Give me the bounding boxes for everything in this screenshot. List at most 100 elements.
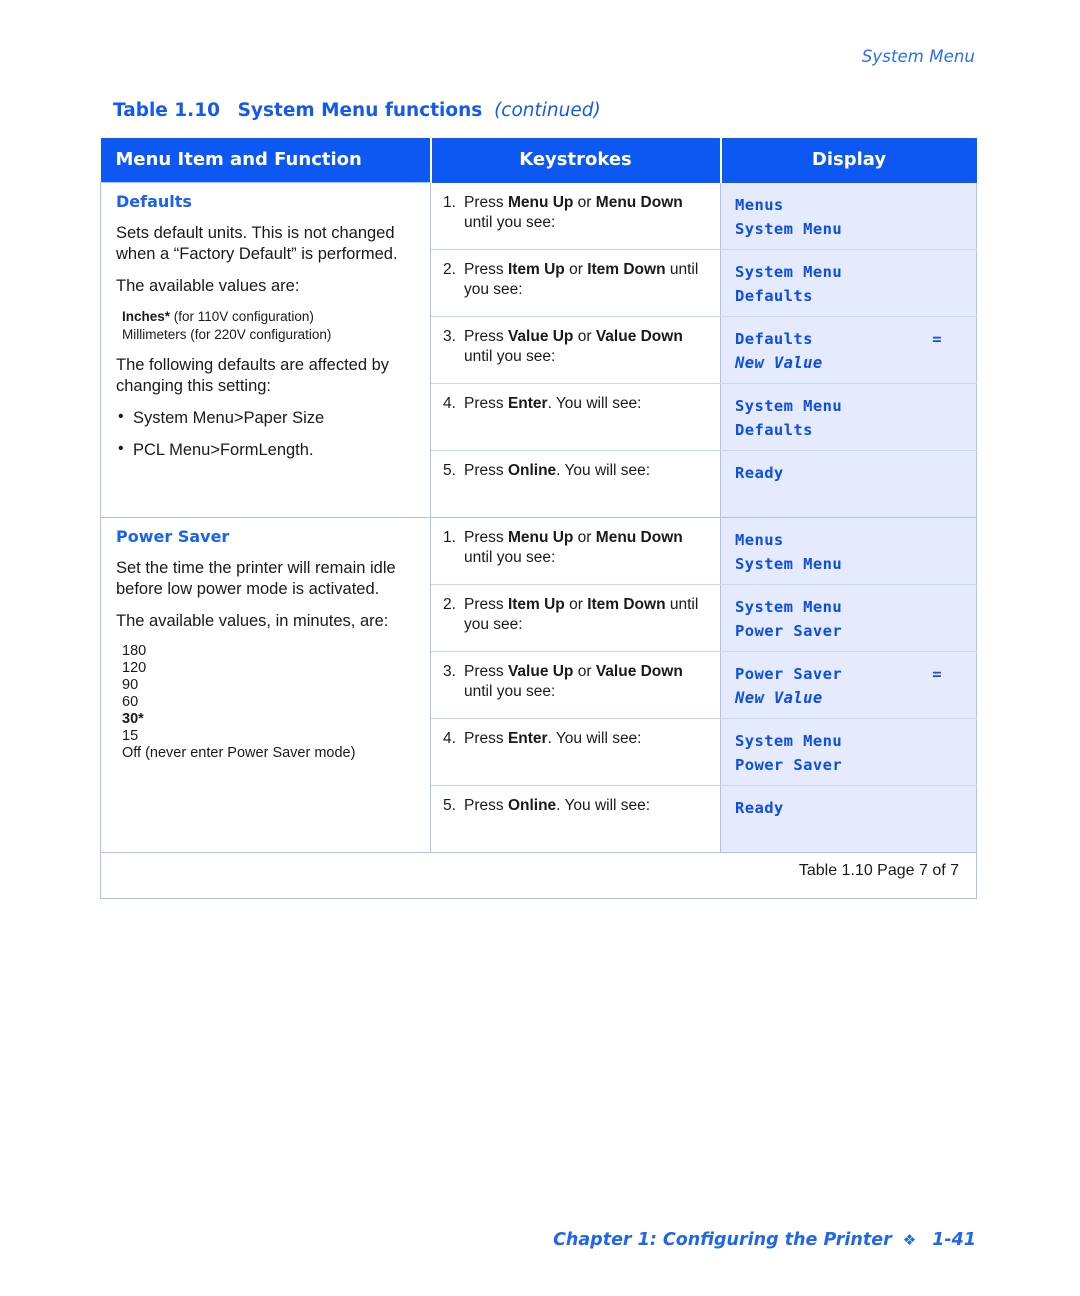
available-value: Off (never enter Power Saver mode) (122, 744, 356, 761)
step-text: Press Online. You will see: (464, 461, 651, 479)
list-item: System Menu>Paper Size (116, 407, 416, 429)
available-values-note: Inches* (for 110V configuration) Millimet… (122, 309, 332, 343)
lcd-line-1: System Menu (735, 731, 843, 750)
lcd-equals-sign: = (932, 329, 942, 348)
lcd-line-2: System Menu (735, 554, 843, 573)
lcd-line-1: System Menu (735, 597, 843, 616)
table-footer-label: Table 1.10 Page 7 of 7 (100, 851, 977, 899)
list-item: PCL Menu>FormLength. (116, 439, 416, 461)
affected-defaults-intro: The following defaults are affected by c… (116, 355, 390, 396)
display-cell: Menus System Menu (720, 517, 977, 585)
lcd-equals-sign: = (932, 664, 942, 683)
keystroke-cell: 4. Press Enter. You will see: (430, 383, 721, 451)
step-number: 1. (443, 528, 456, 546)
table-caption-label: Table 1.10 (113, 100, 220, 121)
lcd-line-2: New Value (735, 353, 823, 372)
step-text: Press Value Up or Value Down until you s… (464, 662, 683, 700)
available-value: 90 (122, 676, 139, 693)
display-cell: Defaults = New Value (720, 316, 977, 384)
table-body: Defaults Sets default units. This is not … (100, 182, 977, 899)
available-values-list: 180 120 90 60 30* 15 Off (never enter Power Sa… (122, 643, 416, 762)
table-footer-row: Table 1.10 Page 7 of 7 (100, 851, 977, 899)
lcd-readout: System Menu Defaults (735, 394, 966, 442)
document-page: System Menu Table 1.10 System Menu funct… (0, 0, 1080, 1296)
column-header-display: Display (720, 138, 977, 183)
keystroke-cell: 3. Press Value Up or Value Down until you… (430, 316, 721, 384)
lcd-readout: System Menu Power Saver (735, 595, 966, 643)
step-text: Press Enter. You will see: (464, 729, 642, 747)
step-text: Press Menu Up or Menu Down until you see… (464, 528, 683, 566)
menu-item-title: Defaults (116, 192, 192, 211)
display-cell: System Menu Defaults (720, 249, 977, 317)
lcd-readout: Defaults = New Value (735, 327, 966, 375)
table-header: Menu Item and Function Keystrokes Displa… (100, 138, 977, 183)
available-value: 30* (122, 710, 144, 727)
lcd-line-1: Menus (735, 530, 784, 549)
lcd-readout: Power Saver = New Value (735, 662, 966, 710)
menu-item-title: Power Saver (116, 526, 230, 546)
step-number: 3. (443, 662, 456, 680)
step-number: 4. (443, 394, 456, 412)
lcd-line-2: Power Saver (735, 755, 843, 774)
keystroke-cell: 4. Press Enter. You will see: (430, 718, 721, 786)
lcd-readout: Ready (735, 461, 966, 509)
step-number: 2. (443, 595, 456, 613)
lcd-line-1: Defaults = (735, 327, 966, 351)
lcd-line-2: System Menu (735, 219, 843, 238)
step-text: Press Item Up or Item Down until you see… (464, 260, 699, 298)
system-menu-functions-table: Menu Item and Function Keystrokes Displa… (100, 138, 977, 899)
keystroke-cell: 2. Press Item Up or Item Down until you s… (430, 584, 721, 652)
lcd-line-1: Ready (735, 798, 784, 817)
lcd-line-2: Defaults (735, 420, 813, 439)
step-text: Press Enter. You will see: (464, 394, 642, 412)
menu-item-description: Sets default units. This is not changed … (116, 224, 398, 264)
available-value: 180 (122, 642, 147, 659)
column-header-keystrokes: Keystrokes (430, 138, 722, 183)
table-caption-continued: (continued) (494, 100, 601, 121)
step-number: 5. (443, 461, 456, 479)
lcd-line-2: Power Saver (735, 621, 843, 640)
keystroke-cell: 5. Press Online. You will see: (430, 450, 721, 518)
step-text: Press Item Up or Item Down until you see… (464, 595, 699, 633)
menu-item-cell: Power Saver Set the time the printer will… (100, 516, 431, 853)
display-cell: System Menu Power Saver (720, 718, 977, 786)
table-row: Power Saver Set the time the printer will… (100, 516, 977, 853)
keystroke-cell: 3. Press Value Up or Value Down until you… (430, 651, 721, 719)
display-cell: Menus System Menu (720, 182, 977, 250)
display-cell: System Menu Defaults (720, 383, 977, 451)
keystroke-cell: 1. Press Menu Up or Menu Down until you s… (430, 182, 721, 250)
keystroke-cell: 5. Press Online. You will see: (430, 785, 721, 853)
lcd-line-1: Power Saver = (735, 662, 966, 686)
menu-item-cell: Defaults Sets default units. This is not … (100, 182, 431, 518)
lcd-readout: Menus System Menu (735, 193, 966, 241)
affected-defaults-list: System Menu>Paper Size PCL Menu>FormLengt… (116, 407, 416, 461)
display-cell: Ready (720, 450, 977, 518)
lcd-line-2: Defaults (735, 286, 813, 305)
step-number: 4. (443, 729, 456, 747)
display-cell: System Menu Power Saver (720, 584, 977, 652)
keystroke-cell: 2. Press Item Up or Item Down until you s… (430, 249, 721, 317)
display-cell: Ready (720, 785, 977, 853)
diamond-icon: ❖ (902, 1231, 917, 1249)
lcd-readout: System Menu Defaults (735, 260, 966, 308)
table-caption: Table 1.10 System Menu functions (contin… (113, 100, 601, 121)
step-number: 2. (443, 260, 456, 278)
step-text: Press Menu Up or Menu Down until you see… (464, 193, 683, 231)
step-text: Press Value Up or Value Down until you s… (464, 327, 683, 365)
column-header-menu-item: Menu Item and Function (100, 138, 432, 183)
lcd-line-1: Menus (735, 195, 784, 214)
footer-chapter: Chapter 1: Configuring the Printer (553, 1230, 892, 1250)
lcd-line-1: System Menu (735, 262, 843, 281)
keystroke-cell: 1. Press Menu Up or Menu Down until you s… (430, 517, 721, 585)
page-footer: Chapter 1: Configuring the Printer ❖ 1-41 (553, 1230, 976, 1250)
lcd-line-1: Ready (735, 463, 784, 482)
menu-item-description: The available values, in minutes, are: (116, 611, 389, 630)
available-value: 60 (122, 693, 139, 710)
menu-item-description: The available values are: (116, 277, 300, 296)
available-value: 120 (122, 659, 147, 676)
running-head: System Menu (861, 47, 975, 66)
lcd-line-2: New Value (735, 688, 823, 707)
footer-page-number: 1-41 (932, 1230, 976, 1250)
table-caption-title: System Menu functions (237, 100, 483, 121)
step-number: 3. (443, 327, 456, 345)
